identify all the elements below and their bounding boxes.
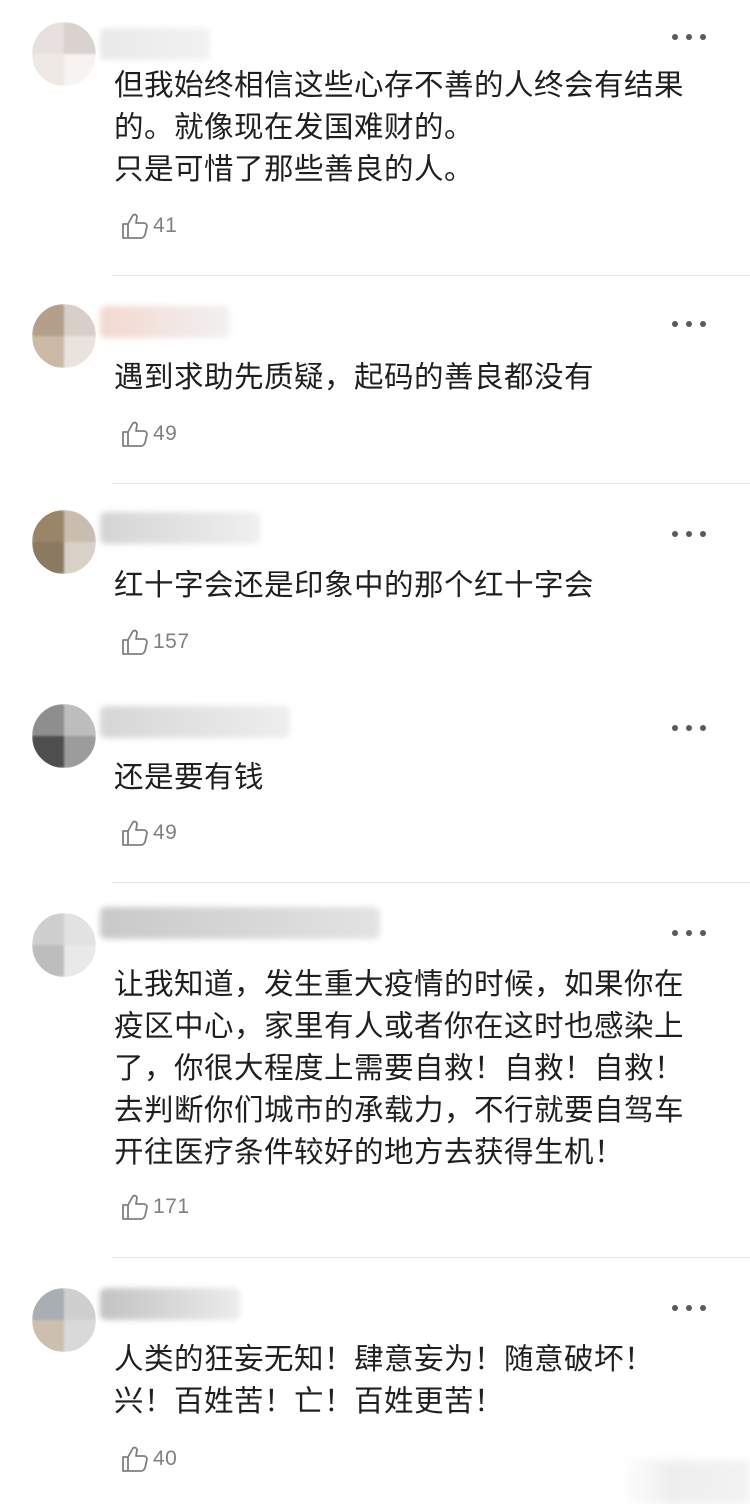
like-button[interactable]: 49 (120, 816, 177, 850)
comment-text: 让我知道，发生重大疫情的时候，如果你在 疫区中心，家里有人或者你在这时也感染上 … (114, 967, 685, 1169)
avatar[interactable] (32, 704, 96, 768)
like-count: 171 (153, 1195, 190, 1218)
thumbs-up-icon (122, 1194, 148, 1220)
more-dots-icon (672, 531, 678, 537)
avatar[interactable] (32, 304, 96, 368)
avatar[interactable] (32, 510, 96, 574)
username-blurred[interactable] (100, 706, 290, 738)
comment-item: 遇到求助先质疑，起码的善良都没有 49 (0, 276, 750, 484)
more-options-button[interactable] (672, 524, 706, 544)
like-button[interactable]: 157 (120, 625, 190, 659)
more-options-button[interactable] (672, 27, 706, 47)
more-dots-icon (672, 725, 678, 731)
more-options-button[interactable] (672, 314, 706, 334)
like-count: 40 (153, 1447, 178, 1470)
like-button[interactable]: 171 (120, 1190, 190, 1224)
comment-item: 红十字会还是印象中的那个红十字会 157 (0, 484, 750, 684)
comment-item: 让我知道，发生重大疫情的时候，如果你在 疫区中心，家里有人或者你在这时也感染上 … (0, 883, 750, 1257)
like-button[interactable]: 41 (120, 209, 177, 243)
like-count: 49 (153, 821, 178, 844)
thumbs-up-icon (122, 1446, 148, 1472)
comment-feed: 但我始终相信这些心存不善的人终会有结果 的。就像现在发国难财的。 只是可惜了那些… (0, 0, 750, 1504)
thumbs-up-icon (122, 213, 148, 239)
like-count: 157 (153, 630, 190, 653)
thumbs-up-icon (122, 629, 148, 655)
more-options-button[interactable] (672, 923, 706, 943)
comment-item: 但我始终相信这些心存不善的人终会有结果 的。就像现在发国难财的。 只是可惜了那些… (0, 0, 750, 276)
username-blurred[interactable] (100, 907, 380, 939)
avatar[interactable] (32, 22, 96, 86)
more-dots-icon (672, 34, 678, 40)
like-button[interactable]: 40 (120, 1442, 177, 1476)
thumbs-up-icon (122, 421, 148, 447)
comment-text: 遇到求助先质疑，起码的善良都没有 (114, 360, 595, 394)
comment-text: 还是要有钱 (114, 760, 265, 794)
more-options-button[interactable] (672, 718, 706, 738)
like-count: 49 (153, 422, 178, 445)
more-dots-icon (672, 321, 678, 327)
comment-text: 人类的狂妄无知！肆意妄为！随意破坏！ 兴！百姓苦！亡！百姓更苦！ (114, 1342, 655, 1418)
like-button[interactable]: 49 (120, 417, 177, 451)
avatar[interactable] (32, 913, 96, 977)
blurred-watermark (620, 1460, 750, 1504)
username-blurred[interactable] (100, 512, 260, 544)
comment-text: 红十字会还是印象中的那个红十字会 (114, 568, 595, 602)
more-options-button[interactable] (672, 1298, 706, 1318)
like-count: 41 (153, 214, 178, 237)
username-blurred[interactable] (100, 306, 230, 338)
username-blurred[interactable] (100, 28, 210, 60)
avatar[interactable] (32, 1288, 96, 1352)
more-dots-icon (672, 1305, 678, 1311)
username-blurred[interactable] (100, 1288, 240, 1320)
comment-item: 还是要有钱 49 (0, 684, 750, 882)
thumbs-up-icon (122, 820, 148, 846)
comment-text: 但我始终相信这些心存不善的人终会有结果 的。就像现在发国难财的。 只是可惜了那些… (114, 68, 685, 186)
more-dots-icon (672, 930, 678, 936)
